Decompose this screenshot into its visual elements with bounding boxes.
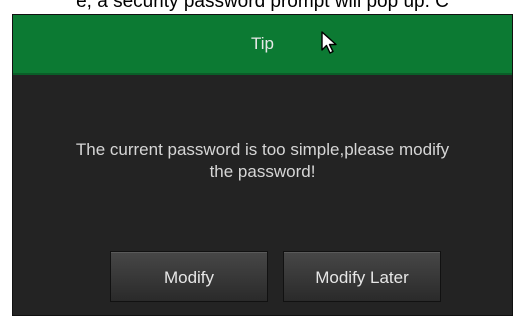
dialog-title: Tip <box>251 34 274 53</box>
message-line-2: the password! <box>209 162 316 181</box>
password-tip-dialog: Tip The current password is too simple,p… <box>12 14 513 316</box>
mouse-cursor-icon <box>321 31 337 54</box>
dialog-titlebar: Tip <box>13 15 512 75</box>
modify-button[interactable]: Modify <box>110 251 268 302</box>
dialog-message: The current password is too simple,pleas… <box>13 139 512 183</box>
modify-later-button[interactable]: Modify Later <box>283 251 441 302</box>
message-line-1: The current password is too simple,pleas… <box>75 140 450 159</box>
caption-text: e, a security password prompt will pop u… <box>76 0 449 11</box>
